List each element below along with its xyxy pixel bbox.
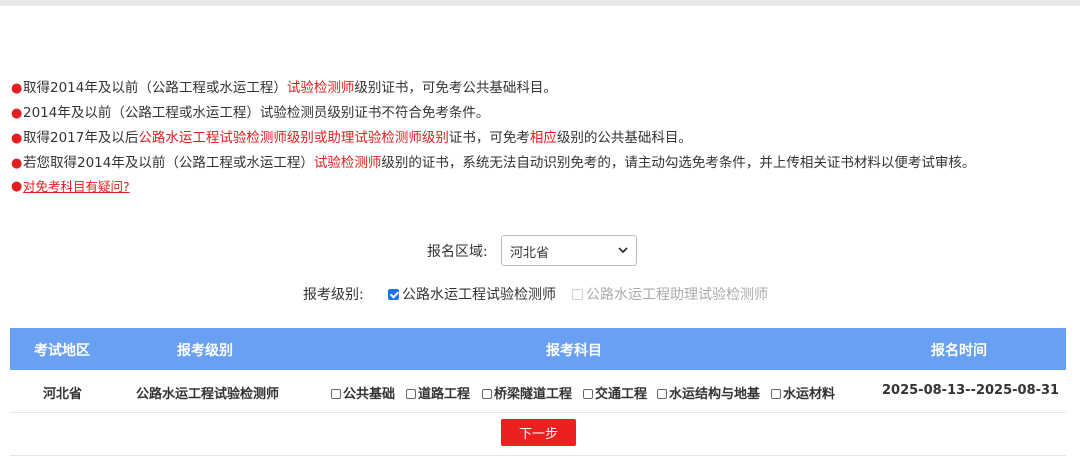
note-text: 级别的公共基础科目。	[556, 130, 692, 146]
subject-option[interactable]: 公共基础	[331, 383, 395, 402]
faq-item: ● 对免考科目有疑问?	[10, 176, 975, 198]
subject-label: 桥梁隧道工程	[494, 387, 573, 402]
checkbox[interactable]	[657, 389, 667, 399]
exam-table: 考试地区 报考级别 报考科目 报名时间 河北省 公路水运工程试验检测师 公共基础…	[10, 328, 1066, 413]
region-label: 报名区域:	[427, 244, 488, 260]
note-text: 取得2014年及以前（公路工程或水运工程）	[23, 80, 287, 96]
cell-time: 2025-08-13--2025-08-31	[882, 383, 1060, 398]
checkbox[interactable]	[771, 389, 781, 399]
bullet-icon: ●	[11, 81, 23, 96]
faq-link[interactable]: 对免考科目有疑问?	[23, 179, 130, 194]
note-highlight: 试验检测师	[313, 155, 382, 171]
checkbox[interactable]	[482, 389, 492, 399]
note-text: 级别证书，可免考公共基础科目。	[354, 80, 557, 96]
checkbox[interactable]	[583, 389, 593, 399]
level-option-assistant: 公路水运工程助理试验检测师	[572, 284, 768, 304]
checkbox-checked[interactable]	[388, 289, 399, 300]
level-row: 报考级别: 公路水运工程试验检测师 公路水运工程助理试验检测师	[0, 282, 1080, 304]
note-text: 证书，可免考	[448, 130, 530, 146]
bullet-icon: ●	[11, 179, 23, 194]
bullet-icon: ●	[11, 156, 23, 171]
subject-label: 公共基础	[343, 387, 396, 402]
header-subjects: 报考科目	[546, 343, 602, 359]
subject-label: 水运材料	[783, 387, 836, 402]
table-row: 河北省 公路水运工程试验检测师 公共基础 道路工程 桥梁隧道工程 交通工程 水运…	[10, 370, 1066, 413]
note-text: 取得2017年及以后	[23, 130, 139, 146]
subject-label: 道路工程	[418, 387, 471, 402]
note-text: 2014年及以前（公路工程或水运工程）试验检测员级别证书不符合免考条件。	[23, 105, 490, 121]
subject-option[interactable]: 桥梁隧道工程	[482, 383, 572, 402]
header-region: 考试地区	[34, 343, 90, 359]
note-item: ● 取得2017年及以后公路水运工程试验检测师级别或助理试验检测师级别证书，可免考…	[10, 126, 975, 151]
note-highlight: 公路水运工程试验检测师级别或助理试验检测师级别	[138, 130, 449, 146]
top-bar	[0, 0, 1080, 6]
region-select[interactable]: 河北省	[501, 235, 637, 266]
note-highlight: 相应	[529, 130, 557, 146]
subject-option[interactable]: 水运结构与地基	[657, 383, 760, 402]
bullet-icon: ●	[11, 106, 23, 121]
checkbox-disabled	[572, 289, 583, 300]
table-header: 考试地区 报考级别 报考科目 报名时间	[10, 328, 1066, 370]
exemption-notes: ● 取得2014年及以前（公路工程或水运工程）试验检测师级别证书，可免考公共基础科…	[10, 76, 975, 198]
checkbox[interactable]	[331, 389, 341, 399]
note-item: ● 取得2014年及以前（公路工程或水运工程）试验检测师级别证书，可免考公共基础科…	[10, 76, 975, 101]
note-text: 若您取得2014年及以前（公路工程或水运工程）	[23, 155, 314, 171]
note-item: ● 2014年及以前（公路工程或水运工程）试验检测员级别证书不符合免考条件。	[10, 101, 975, 126]
cell-level: 公路水运工程试验检测师	[136, 387, 280, 402]
note-highlight: 试验检测师	[286, 80, 355, 96]
subject-option[interactable]: 交通工程	[583, 383, 647, 402]
chevron-down-icon	[618, 247, 628, 254]
level-option-label: 公路水运工程试验检测师	[402, 287, 556, 303]
level-label: 报考级别:	[303, 287, 364, 303]
subject-label: 水运结构与地基	[669, 387, 761, 402]
next-step-button[interactable]: 下一步	[501, 419, 576, 446]
divider	[10, 455, 1066, 456]
bullet-icon: ●	[11, 131, 23, 146]
subject-label: 交通工程	[595, 387, 648, 402]
header-time: 报名时间	[931, 343, 987, 359]
region-selected-value: 河北省	[510, 246, 550, 261]
subject-option[interactable]: 水运材料	[771, 383, 835, 402]
cell-region: 河北省	[43, 387, 83, 402]
level-option-examiner[interactable]: 公路水运工程试验检测师	[388, 284, 556, 304]
note-text: 级别的证书，系统无法自动识别免考的，请主动勾选免考条件，并上传相关证书材料以便考…	[381, 155, 976, 171]
header-level: 报考级别	[177, 343, 233, 359]
note-item: ● 若您取得2014年及以前（公路工程或水运工程）试验检测师级别的证书，系统无法自…	[10, 151, 975, 176]
checkbox[interactable]	[406, 389, 416, 399]
subject-option[interactable]: 道路工程	[406, 383, 470, 402]
region-row: 报名区域: 河北省	[0, 235, 1080, 267]
level-option-label: 公路水运工程助理试验检测师	[586, 287, 768, 303]
